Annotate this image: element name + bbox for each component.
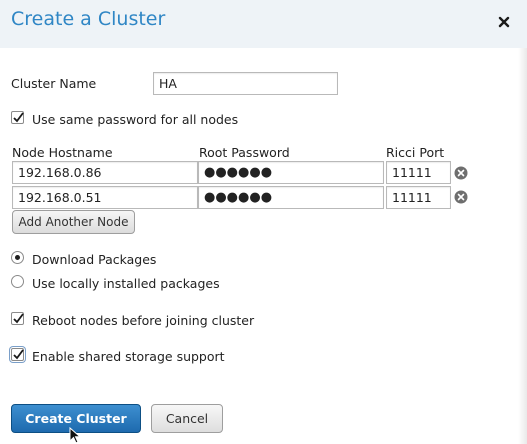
create-cluster-dialog: Create a Cluster Cluster Name Use same p…: [0, 0, 527, 444]
column-header-password: Root Password: [199, 145, 290, 160]
node-port-input[interactable]: [386, 161, 451, 184]
column-header-hostname: Node Hostname: [12, 145, 113, 160]
same-password-label: Use same password for all nodes: [32, 112, 239, 127]
mouse-pointer-icon: [69, 426, 83, 444]
shared-storage-label: Enable shared storage support: [32, 349, 225, 364]
local-packages-radio[interactable]: [11, 275, 24, 288]
same-password-checkbox[interactable]: [11, 111, 24, 124]
shared-storage-checkbox[interactable]: [11, 348, 24, 361]
close-icon[interactable]: [496, 14, 512, 30]
reboot-nodes-checkbox[interactable]: [11, 312, 24, 325]
dialog-header: Create a Cluster: [0, 0, 527, 48]
dialog-title: Create a Cluster: [11, 8, 166, 30]
download-packages-radio[interactable]: [11, 251, 24, 264]
node-hostname-input[interactable]: [12, 186, 198, 209]
cluster-name-input[interactable]: [153, 72, 338, 95]
dialog-scroll-edge: [518, 48, 527, 444]
node-port-input[interactable]: [386, 186, 451, 209]
reboot-nodes-label: Reboot nodes before joining cluster: [32, 313, 255, 328]
column-header-port: Ricci Port: [386, 145, 445, 160]
cancel-button[interactable]: Cancel: [151, 404, 223, 433]
cluster-name-label: Cluster Name: [11, 76, 97, 91]
local-packages-label: Use locally installed packages: [32, 276, 220, 291]
remove-node-icon[interactable]: [454, 190, 468, 204]
node-hostname-input[interactable]: [12, 161, 198, 184]
remove-node-icon[interactable]: [454, 166, 468, 180]
download-packages-label: Download Packages: [32, 252, 157, 267]
add-node-button[interactable]: Add Another Node: [12, 210, 135, 234]
node-password-input[interactable]: ●●●●●●: [198, 186, 384, 209]
node-password-input[interactable]: ●●●●●●: [198, 161, 384, 184]
